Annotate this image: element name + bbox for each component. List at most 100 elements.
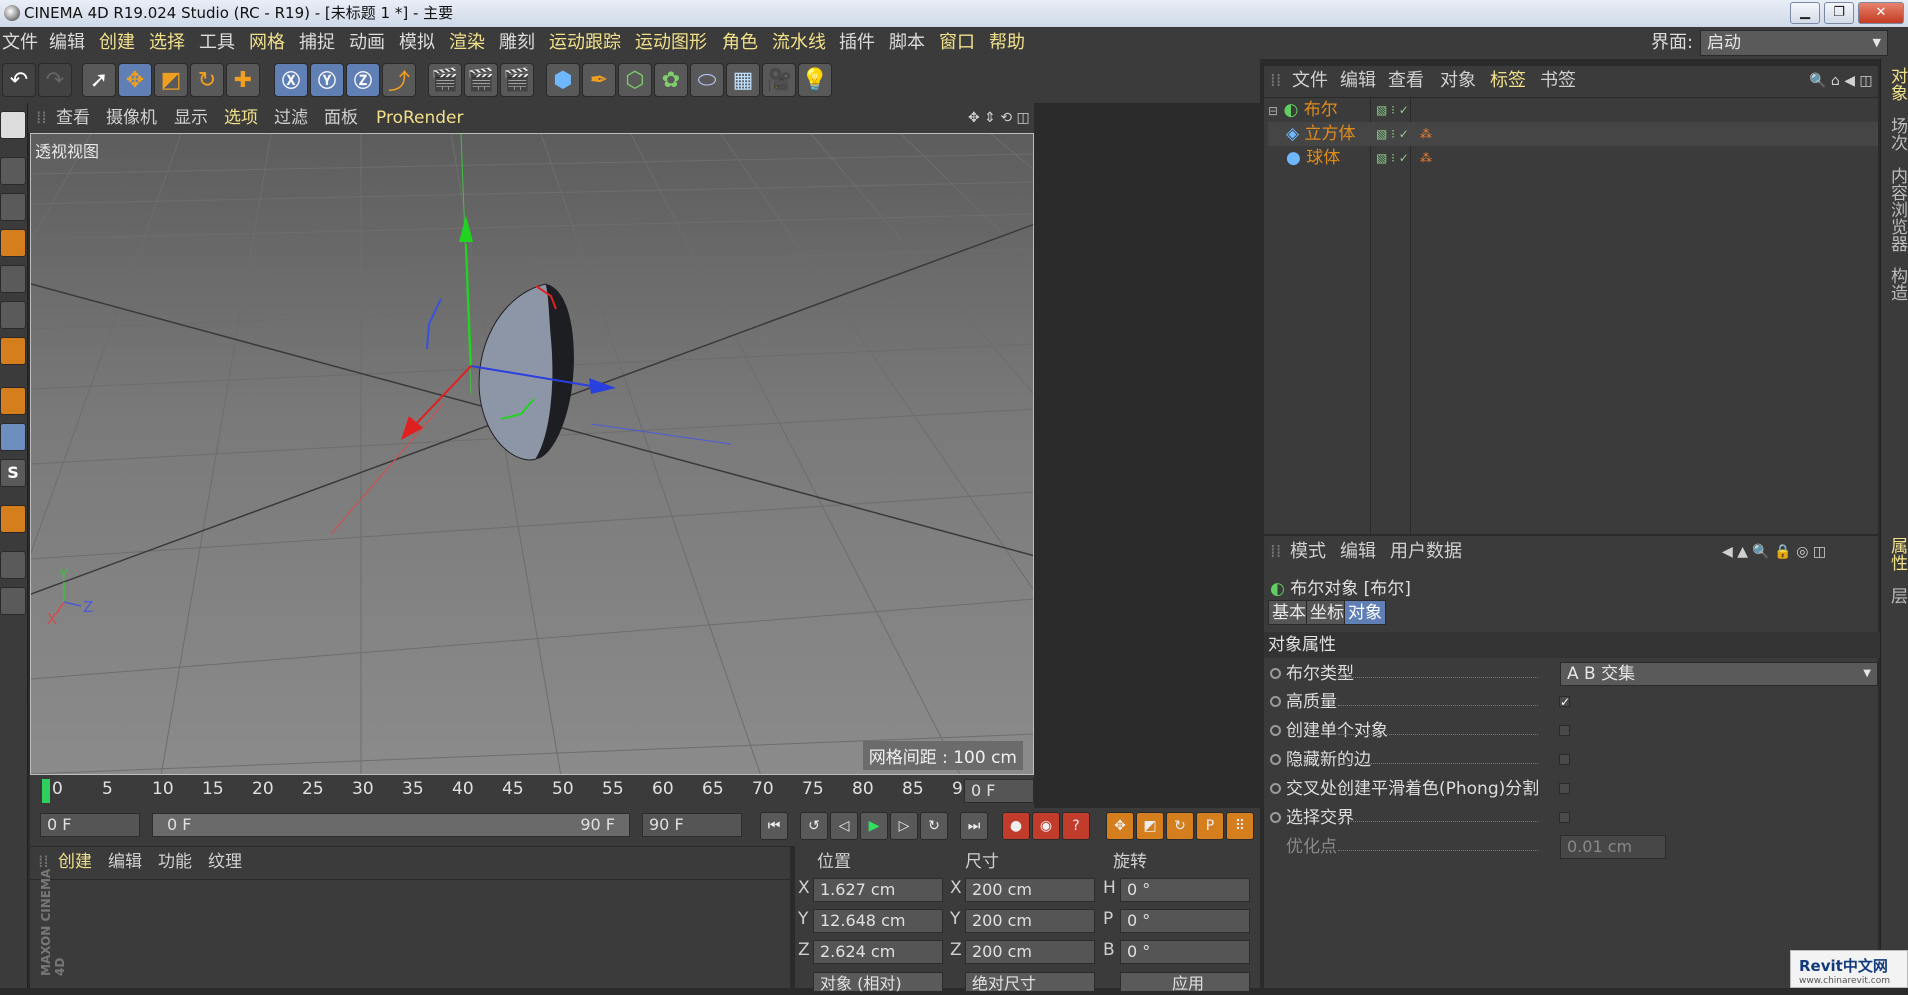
- high-quality-checkbox[interactable]: ✓: [1559, 696, 1570, 708]
- undo-icon[interactable]: ↶: [2, 63, 36, 97]
- boolean-hemisphere-shell[interactable]: [478, 283, 554, 461]
- animate-dot-icon[interactable]: [1270, 725, 1281, 736]
- tab-structure-vertical[interactable]: 构造: [1885, 267, 1908, 301]
- visibility-toggle-icon[interactable]: ▧ ⁝ ✓: [1376, 122, 1409, 146]
- move-handle-y[interactable]: [465, 243, 472, 367]
- animate-dot-icon[interactable]: [1270, 696, 1281, 707]
- om-menu-view[interactable]: 查看: [1388, 66, 1424, 96]
- tab-attributes-vertical[interactable]: 属性: [1885, 537, 1908, 571]
- restore-button[interactable]: ❐: [1824, 2, 1854, 24]
- menu-plugins[interactable]: 插件: [839, 27, 875, 59]
- menu-snap[interactable]: 捕捉: [299, 27, 335, 59]
- camera-icon[interactable]: 🎥: [762, 63, 796, 97]
- deformer-icon[interactable]: ⬭: [690, 63, 724, 97]
- light-icon[interactable]: 💡: [798, 63, 832, 97]
- x-axis-lock-icon[interactable]: Ⓧ: [274, 63, 308, 97]
- floor-icon[interactable]: ▦: [726, 63, 760, 97]
- rotation-h-field[interactable]: 0 °: [1120, 878, 1250, 902]
- om-menu-bookmarks[interactable]: 书签: [1540, 66, 1576, 96]
- scale-icon[interactable]: ◩: [154, 63, 188, 97]
- am-menu-userdata[interactable]: 用户数据: [1390, 536, 1462, 568]
- arrow-y-icon[interactable]: [459, 216, 473, 242]
- menu-script[interactable]: 脚本: [889, 27, 925, 59]
- rotation-p-field[interactable]: 0 °: [1120, 909, 1250, 933]
- hide-new-edges-checkbox[interactable]: [1559, 754, 1570, 765]
- tab-coord[interactable]: 坐标: [1306, 600, 1348, 625]
- tab-content-browser-vertical[interactable]: 内容浏览器: [1885, 167, 1908, 252]
- y-axis-lock-icon[interactable]: Ⓨ: [310, 63, 344, 97]
- key-rotation-icon[interactable]: ↻: [1166, 812, 1194, 840]
- next-key-icon[interactable]: ↻: [920, 812, 948, 840]
- object-row-cube[interactable]: ◈ 立方体 ▧ ⁝ ✓ ⁂: [1268, 122, 1878, 146]
- om-menu-file[interactable]: 文件: [1292, 66, 1328, 96]
- coordinate-system-icon[interactable]: ⤴: [382, 63, 416, 97]
- object-row-sphere[interactable]: ● 球体 ▧ ⁝ ✓ ⁂: [1268, 146, 1878, 170]
- key-position-icon[interactable]: ✥: [1106, 812, 1134, 840]
- size-mode-select[interactable]: 绝对尺寸: [965, 972, 1095, 993]
- visibility-toggle-icon[interactable]: ▧ ⁝ ✓: [1376, 98, 1409, 122]
- animate-dot-icon[interactable]: [1270, 668, 1281, 679]
- menu-pipeline[interactable]: 流水线: [772, 27, 826, 59]
- edges-mode-icon[interactable]: [0, 301, 26, 329]
- size-z-field[interactable]: 200 cm: [965, 940, 1095, 964]
- object-name[interactable]: 布尔: [1304, 100, 1338, 120]
- viewport-menu-cameras[interactable]: 摄像机: [106, 103, 157, 133]
- cloner-icon[interactable]: ✿: [654, 63, 688, 97]
- menu-file[interactable]: 文件: [2, 27, 38, 59]
- go-to-start-icon[interactable]: ⏮: [760, 812, 788, 840]
- move-icon[interactable]: ✥: [118, 63, 152, 97]
- rotate-icon[interactable]: ↻: [190, 63, 224, 97]
- autokey-icon[interactable]: ◉: [1032, 812, 1060, 840]
- select-arrow-icon[interactable]: ➚: [82, 63, 116, 97]
- play-icon[interactable]: ▶: [860, 812, 888, 840]
- min-frame-field[interactable]: 0 F: [40, 813, 140, 837]
- viewport-menu-display[interactable]: 显示: [174, 103, 208, 133]
- current-frame-field[interactable]: 0 F: [964, 779, 1034, 803]
- layout-select[interactable]: 启动 ▼: [1700, 30, 1888, 56]
- polygons-mode-icon[interactable]: [0, 337, 26, 365]
- menu-select[interactable]: 选择: [149, 27, 185, 59]
- menu-help[interactable]: 帮助: [989, 27, 1025, 59]
- single-object-checkbox[interactable]: [1559, 725, 1570, 736]
- workplane-icon[interactable]: [0, 229, 26, 257]
- previous-key-icon[interactable]: ↺: [800, 812, 828, 840]
- tab-object[interactable]: 对象: [1344, 600, 1386, 625]
- menu-mesh[interactable]: 网格: [249, 27, 285, 59]
- menu-window[interactable]: 窗口: [939, 27, 975, 59]
- cube-icon[interactable]: ⬢: [546, 63, 580, 97]
- model-mode-icon[interactable]: [0, 157, 26, 185]
- coordinate-mode-select[interactable]: 对象 (相对): [813, 972, 943, 993]
- size-y-field[interactable]: 200 cm: [965, 909, 1095, 933]
- visibility-toggle-icon[interactable]: ▧ ⁝ ✓: [1376, 146, 1409, 170]
- menu-character[interactable]: 角色: [722, 27, 758, 59]
- tab-takes-vertical[interactable]: 场次: [1885, 117, 1908, 151]
- menu-mograph[interactable]: 运动图形: [635, 27, 707, 59]
- render-picture-viewer-icon[interactable]: 🎬: [464, 63, 498, 97]
- om-menu-objects[interactable]: 对象: [1440, 66, 1476, 96]
- tweak-mode-icon[interactable]: [0, 423, 26, 451]
- position-y-field[interactable]: 12.648 cm: [813, 909, 943, 933]
- key-parameter-icon[interactable]: P: [1196, 812, 1224, 840]
- render-settings-icon[interactable]: 🎬: [500, 63, 534, 97]
- subdivision-icon[interactable]: ⬡: [618, 63, 652, 97]
- z-axis-lock-icon[interactable]: Ⓩ: [346, 63, 380, 97]
- perspective-viewport[interactable]: Y Z X 透视视图 网格间距 : 100 cm: [30, 133, 1034, 775]
- phong-break-checkbox[interactable]: [1559, 783, 1570, 794]
- animate-dot-icon[interactable]: [1270, 783, 1281, 794]
- go-to-end-icon[interactable]: ⏭: [960, 812, 988, 840]
- timeline-ruler[interactable]: 0 5 10 15 20 25 30 35 40 45 50 55 60 65 …: [30, 775, 1034, 808]
- object-row-boole[interactable]: ⊟ ◐ 布尔 ▧ ⁝ ✓: [1268, 98, 1878, 122]
- material-menu-texture[interactable]: 纹理: [208, 847, 242, 877]
- minimize-button[interactable]: ▁: [1790, 2, 1820, 24]
- keyframe-selection-icon[interactable]: ?: [1062, 812, 1090, 840]
- boole-type-select[interactable]: A B 交集 ▼: [1560, 662, 1878, 686]
- preview-range-slider[interactable]: 0 F 90 F: [152, 813, 630, 837]
- menu-animate[interactable]: 动画: [349, 27, 385, 59]
- enable-axis-icon[interactable]: [0, 387, 26, 415]
- am-menu-mode[interactable]: 模式: [1290, 536, 1326, 568]
- om-menu-tags[interactable]: 标签: [1490, 66, 1526, 96]
- menu-motion-tracking[interactable]: 运动跟踪: [549, 27, 621, 59]
- tab-objects-vertical[interactable]: 对象: [1885, 67, 1908, 101]
- material-menu-edit[interactable]: 编辑: [108, 847, 142, 877]
- position-z-field[interactable]: 2.624 cm: [813, 940, 943, 964]
